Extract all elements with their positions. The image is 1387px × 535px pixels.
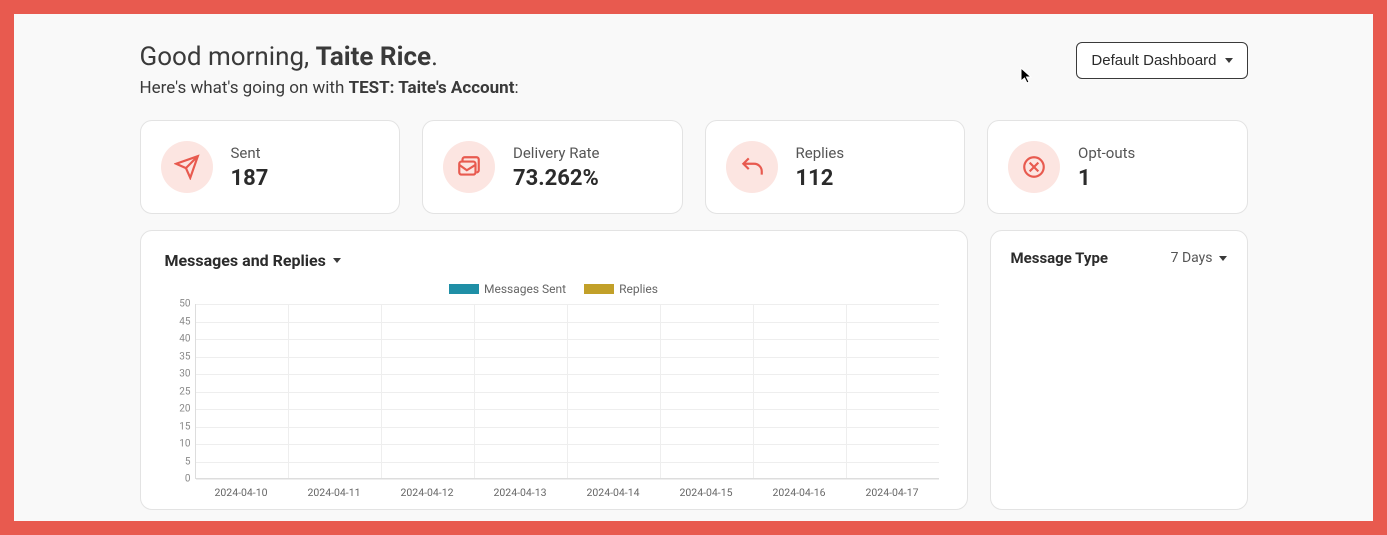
delivery-icon — [443, 141, 495, 193]
stat-value: 73.262% — [513, 166, 600, 191]
chart-title-dropdown[interactable]: Messages and Replies — [165, 251, 341, 270]
legend-label: Replies — [619, 282, 658, 296]
message-type-title: Message Type — [1011, 249, 1108, 267]
grid-line — [567, 304, 568, 478]
y-tick-label: 25 — [165, 386, 191, 397]
grid-line — [846, 304, 847, 478]
grid-line — [753, 304, 754, 478]
chart-legend: Messages Sent Replies — [165, 282, 943, 296]
legend-label: Messages Sent — [484, 282, 566, 296]
stat-text: Opt-outs 1 — [1078, 144, 1135, 191]
stats-row: Sent 187 Delivery Rate 73.262% Repli — [140, 120, 1248, 214]
y-tick-label: 45 — [165, 316, 191, 327]
dashboard-page: Good morning, Taite Rice. Here's what's … — [14, 14, 1373, 521]
grid-line — [196, 479, 939, 480]
x-tick-label: 2024-04-17 — [865, 486, 918, 499]
stat-text: Sent 187 — [231, 144, 269, 191]
x-tick-label: 2024-04-10 — [214, 486, 267, 499]
y-tick-label: 10 — [165, 439, 191, 450]
y-tick-label: 5 — [165, 456, 191, 467]
stat-label: Replies — [796, 144, 845, 162]
x-tick-label: 2024-04-14 — [586, 486, 639, 499]
stat-label: Delivery Rate — [513, 144, 600, 162]
grid-line — [474, 304, 475, 478]
y-tick-label: 50 — [165, 299, 191, 310]
legend-swatch — [449, 284, 479, 294]
subtitle-suffix: : — [514, 78, 518, 98]
x-tick-label: 2024-04-16 — [772, 486, 825, 499]
y-tick-label: 0 — [165, 474, 191, 485]
stat-value: 1 — [1078, 166, 1135, 191]
content-container: Good morning, Taite Rice. Here's what's … — [140, 42, 1248, 510]
stat-card-replies: Replies 112 — [705, 120, 966, 214]
stat-text: Delivery Rate 73.262% — [513, 144, 600, 191]
stat-value: 187 — [231, 166, 269, 191]
send-icon — [161, 141, 213, 193]
side-panel-header: Message Type 7 Days — [1011, 249, 1227, 267]
dashboard-selector-button[interactable]: Default Dashboard — [1076, 42, 1247, 79]
chart-header: Messages and Replies — [165, 251, 943, 270]
grid-line — [381, 304, 382, 478]
x-tick-label: 2024-04-15 — [679, 486, 732, 499]
legend-item-messages-sent[interactable]: Messages Sent — [449, 282, 566, 296]
greeting-prefix: Good morning, — [140, 42, 316, 72]
message-type-panel: Message Type 7 Days — [990, 230, 1248, 510]
stat-label: Sent — [231, 144, 269, 162]
stat-card-sent: Sent 187 — [140, 120, 401, 214]
subtitle-prefix: Here's what's going on with — [140, 78, 349, 98]
greeting-suffix: . — [431, 42, 438, 72]
y-tick-label: 15 — [165, 421, 191, 432]
stat-label: Opt-outs — [1078, 144, 1135, 162]
chart-grid — [195, 304, 939, 479]
greeting-name: Taite Rice — [316, 42, 431, 72]
grid-line — [288, 304, 289, 478]
greeting-block: Good morning, Taite Rice. Here's what's … — [140, 42, 519, 98]
x-tick-label: 2024-04-13 — [493, 486, 546, 499]
optout-icon — [1008, 141, 1060, 193]
stat-card-delivery-rate: Delivery Rate 73.262% — [422, 120, 683, 214]
y-tick-label: 20 — [165, 404, 191, 415]
legend-item-replies[interactable]: Replies — [584, 282, 658, 296]
greeting-title: Good morning, Taite Rice. — [140, 42, 519, 72]
messages-replies-chart-panel: Messages and Replies Messages Sent Repli… — [140, 230, 968, 510]
y-tick-label: 30 — [165, 369, 191, 380]
caret-down-icon — [1219, 256, 1227, 261]
x-tick-label: 2024-04-12 — [400, 486, 453, 499]
stat-value: 112 — [796, 166, 845, 191]
stat-card-optouts: Opt-outs 1 — [987, 120, 1248, 214]
range-label: 7 Days — [1171, 250, 1213, 266]
caret-down-icon — [1225, 58, 1233, 63]
chart-title-label: Messages and Replies — [165, 251, 326, 270]
grid-line — [660, 304, 661, 478]
stat-text: Replies 112 — [796, 144, 845, 191]
x-tick-label: 2024-04-11 — [307, 486, 360, 499]
y-tick-label: 35 — [165, 351, 191, 362]
legend-swatch — [584, 284, 614, 294]
subtitle-account: TEST: Taite's Account — [349, 78, 515, 98]
greeting-subtitle: Here's what's going on with TEST: Taite'… — [140, 78, 519, 98]
y-tick-label: 40 — [165, 334, 191, 345]
page-header: Good morning, Taite Rice. Here's what's … — [140, 42, 1248, 98]
caret-down-icon — [333, 258, 341, 263]
range-dropdown[interactable]: 7 Days — [1171, 250, 1227, 266]
dashboard-selector-label: Default Dashboard — [1091, 52, 1216, 69]
chart-body: 051015202530354045502024-04-102024-04-11… — [165, 304, 943, 499]
reply-icon — [726, 141, 778, 193]
panels-row: Messages and Replies Messages Sent Repli… — [140, 230, 1248, 510]
